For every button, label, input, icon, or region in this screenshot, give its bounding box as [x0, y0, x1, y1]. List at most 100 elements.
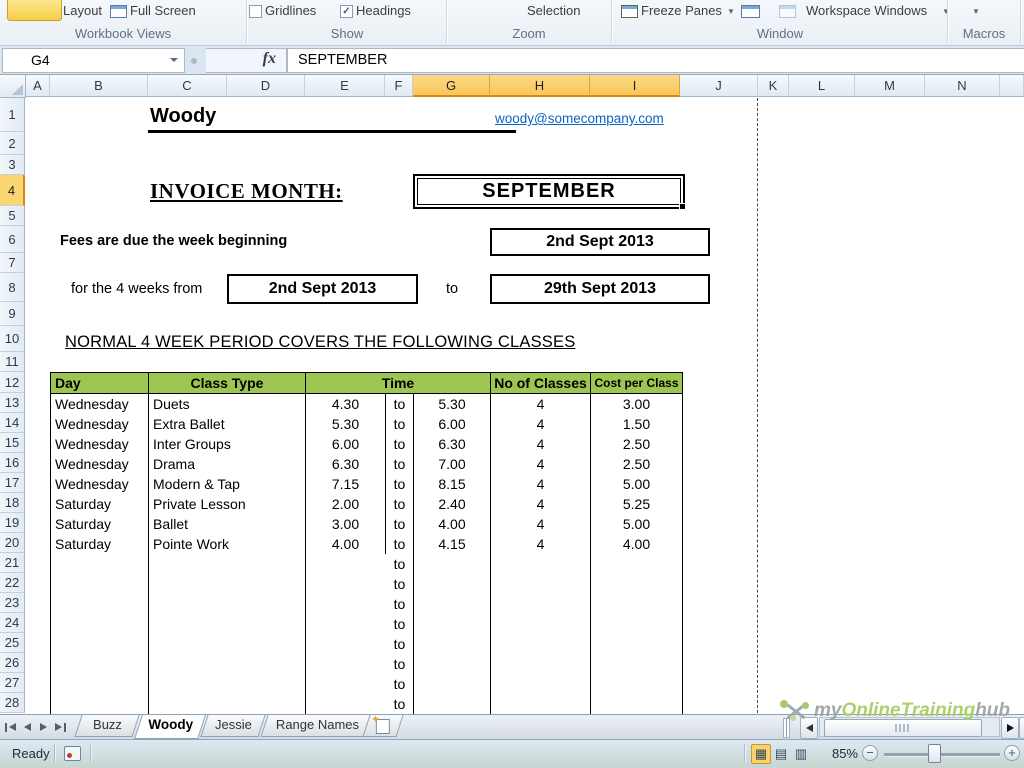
period-end-cell[interactable]: 29th Sept 2013 [490, 274, 710, 304]
row-header-10[interactable]: 10 [0, 326, 25, 352]
insert-worksheet-tab[interactable] [362, 715, 403, 737]
horizontal-scrollbar[interactable] [819, 717, 1000, 737]
cell-no-of-classes[interactable] [491, 594, 591, 614]
cell-class-type[interactable] [149, 614, 306, 634]
column-header-D[interactable]: D [227, 75, 305, 97]
column-header-J[interactable]: J [680, 75, 758, 97]
hscroll-edge-button[interactable] [1019, 717, 1024, 739]
sheet-tab-jessie[interactable]: Jessie [200, 715, 265, 737]
row-header-4[interactable]: 4 [0, 175, 25, 206]
invoice-month-label-cell[interactable]: INVOICE MONTH: [150, 179, 343, 204]
cell-time-start[interactable]: 6.30 [306, 454, 386, 474]
cell-time-end[interactable]: 8.15 [414, 474, 491, 494]
name-box-caret-icon[interactable] [170, 58, 178, 66]
cell-day[interactable]: Wednesday [51, 454, 149, 474]
cell-day[interactable]: Wednesday [51, 394, 149, 414]
headings-checkbox-label[interactable]: Headings [356, 3, 411, 18]
new-window-icon[interactable] [741, 5, 760, 18]
gridlines-checkbox-label[interactable]: Gridlines [265, 3, 316, 18]
cell-to[interactable]: to [386, 534, 414, 554]
macro-record-icon[interactable] [64, 746, 81, 761]
cell-class-type[interactable]: Private Lesson [149, 494, 306, 514]
cell-to[interactable]: to [386, 474, 414, 494]
row-header-12[interactable]: 12 [0, 372, 25, 393]
first-sheet-button[interactable] [4, 718, 19, 736]
row-header-2[interactable]: 2 [0, 132, 25, 155]
cell-time-start[interactable]: 5.30 [306, 414, 386, 434]
cell-time-end[interactable] [414, 694, 491, 714]
cell-no-of-classes[interactable] [491, 554, 591, 574]
cell-cost-per-class[interactable] [591, 654, 682, 674]
column-header-E[interactable]: E [305, 75, 385, 97]
column-header-A[interactable]: A [26, 75, 50, 97]
tab-split-handle[interactable] [783, 718, 790, 738]
cell-no-of-classes[interactable]: 4 [491, 534, 591, 554]
column-header-I[interactable]: I [590, 75, 680, 97]
row-header-23[interactable]: 23 [0, 593, 25, 613]
cell-to[interactable]: to [386, 574, 414, 594]
cell-time-start[interactable]: 4.30 [306, 394, 386, 414]
cell-cost-per-class[interactable]: 5.25 [591, 494, 682, 514]
selection-fill-handle[interactable] [679, 203, 686, 210]
cell-time-start[interactable] [306, 554, 386, 574]
cell-class-type[interactable]: Pointe Work [149, 534, 306, 554]
cell-class-type[interactable] [149, 594, 306, 614]
cell-cost-per-class[interactable]: 2.50 [591, 434, 682, 454]
email-link[interactable]: woody@somecompany.com [495, 111, 664, 126]
row-header-21[interactable]: 21 [0, 553, 25, 573]
cell-day[interactable] [51, 654, 149, 674]
hscroll-thumb[interactable] [824, 719, 982, 737]
fees-due-date-cell[interactable]: 2nd Sept 2013 [490, 228, 710, 256]
cell-cost-per-class[interactable]: 2.50 [591, 454, 682, 474]
cell-class-type[interactable]: Drama [149, 454, 306, 474]
cell-time-end[interactable] [414, 634, 491, 654]
cell-day[interactable] [51, 574, 149, 594]
cell-cost-per-class[interactable] [591, 674, 682, 694]
cell-day[interactable]: Saturday [51, 514, 149, 534]
cell-to[interactable]: to [386, 674, 414, 694]
cell-day[interactable]: Saturday [51, 534, 149, 554]
cell-time-start[interactable]: 6.00 [306, 434, 386, 454]
cell-to[interactable]: to [386, 414, 414, 434]
prev-sheet-button[interactable] [20, 718, 35, 736]
formula-bar-resize-dot[interactable] [191, 58, 197, 64]
column-header-N[interactable]: N [925, 75, 1000, 97]
cell-class-type[interactable]: Duets [149, 394, 306, 414]
cell-cost-per-class[interactable] [591, 634, 682, 654]
cell-class-type[interactable]: Inter Groups [149, 434, 306, 454]
cell-to[interactable]: to [386, 454, 414, 474]
cell-cost-per-class[interactable] [591, 554, 682, 574]
row-header-15[interactable]: 15 [0, 433, 25, 453]
cell-no-of-classes[interactable] [491, 574, 591, 594]
column-header-F[interactable]: F [385, 75, 413, 97]
cell-time-end[interactable]: 4.00 [414, 514, 491, 534]
row-header-20[interactable]: 20 [0, 533, 25, 553]
cell-no-of-classes[interactable]: 4 [491, 414, 591, 434]
row-header-3[interactable]: 3 [0, 155, 25, 175]
cell-time-end[interactable]: 2.40 [414, 494, 491, 514]
cell-cost-per-class[interactable] [591, 614, 682, 634]
row-header-9[interactable]: 9 [0, 302, 25, 326]
cell-time-start[interactable] [306, 594, 386, 614]
workspace-windows-button[interactable]: Workspace Windows [806, 3, 927, 18]
cell-no-of-classes[interactable] [491, 654, 591, 674]
table-caption-cell[interactable]: NORMAL 4 WEEK PERIOD COVERS THE FOLLOWIN… [65, 333, 575, 352]
cell-day[interactable]: Saturday [51, 494, 149, 514]
cell-time-end[interactable] [414, 614, 491, 634]
sheet-title-cell[interactable]: Woody [150, 105, 216, 128]
cell-day[interactable] [51, 554, 149, 574]
row-header-14[interactable]: 14 [0, 413, 25, 433]
gridlines-checkbox[interactable] [249, 5, 262, 18]
formula-input[interactable]: SEPTEMBER [287, 48, 1024, 73]
cell-time-end[interactable]: 7.00 [414, 454, 491, 474]
name-box[interactable]: G4 [2, 48, 185, 73]
cell-class-type[interactable]: Ballet [149, 514, 306, 534]
select-all-corner[interactable] [0, 75, 26, 98]
cell-to[interactable]: to [386, 494, 414, 514]
cell-no-of-classes[interactable] [491, 694, 591, 714]
cell-time-end[interactable] [414, 574, 491, 594]
cell-class-type[interactable] [149, 654, 306, 674]
header-time[interactable]: Time [306, 373, 491, 394]
cell-class-type[interactable] [149, 674, 306, 694]
hscroll-left-button[interactable] [800, 717, 818, 739]
